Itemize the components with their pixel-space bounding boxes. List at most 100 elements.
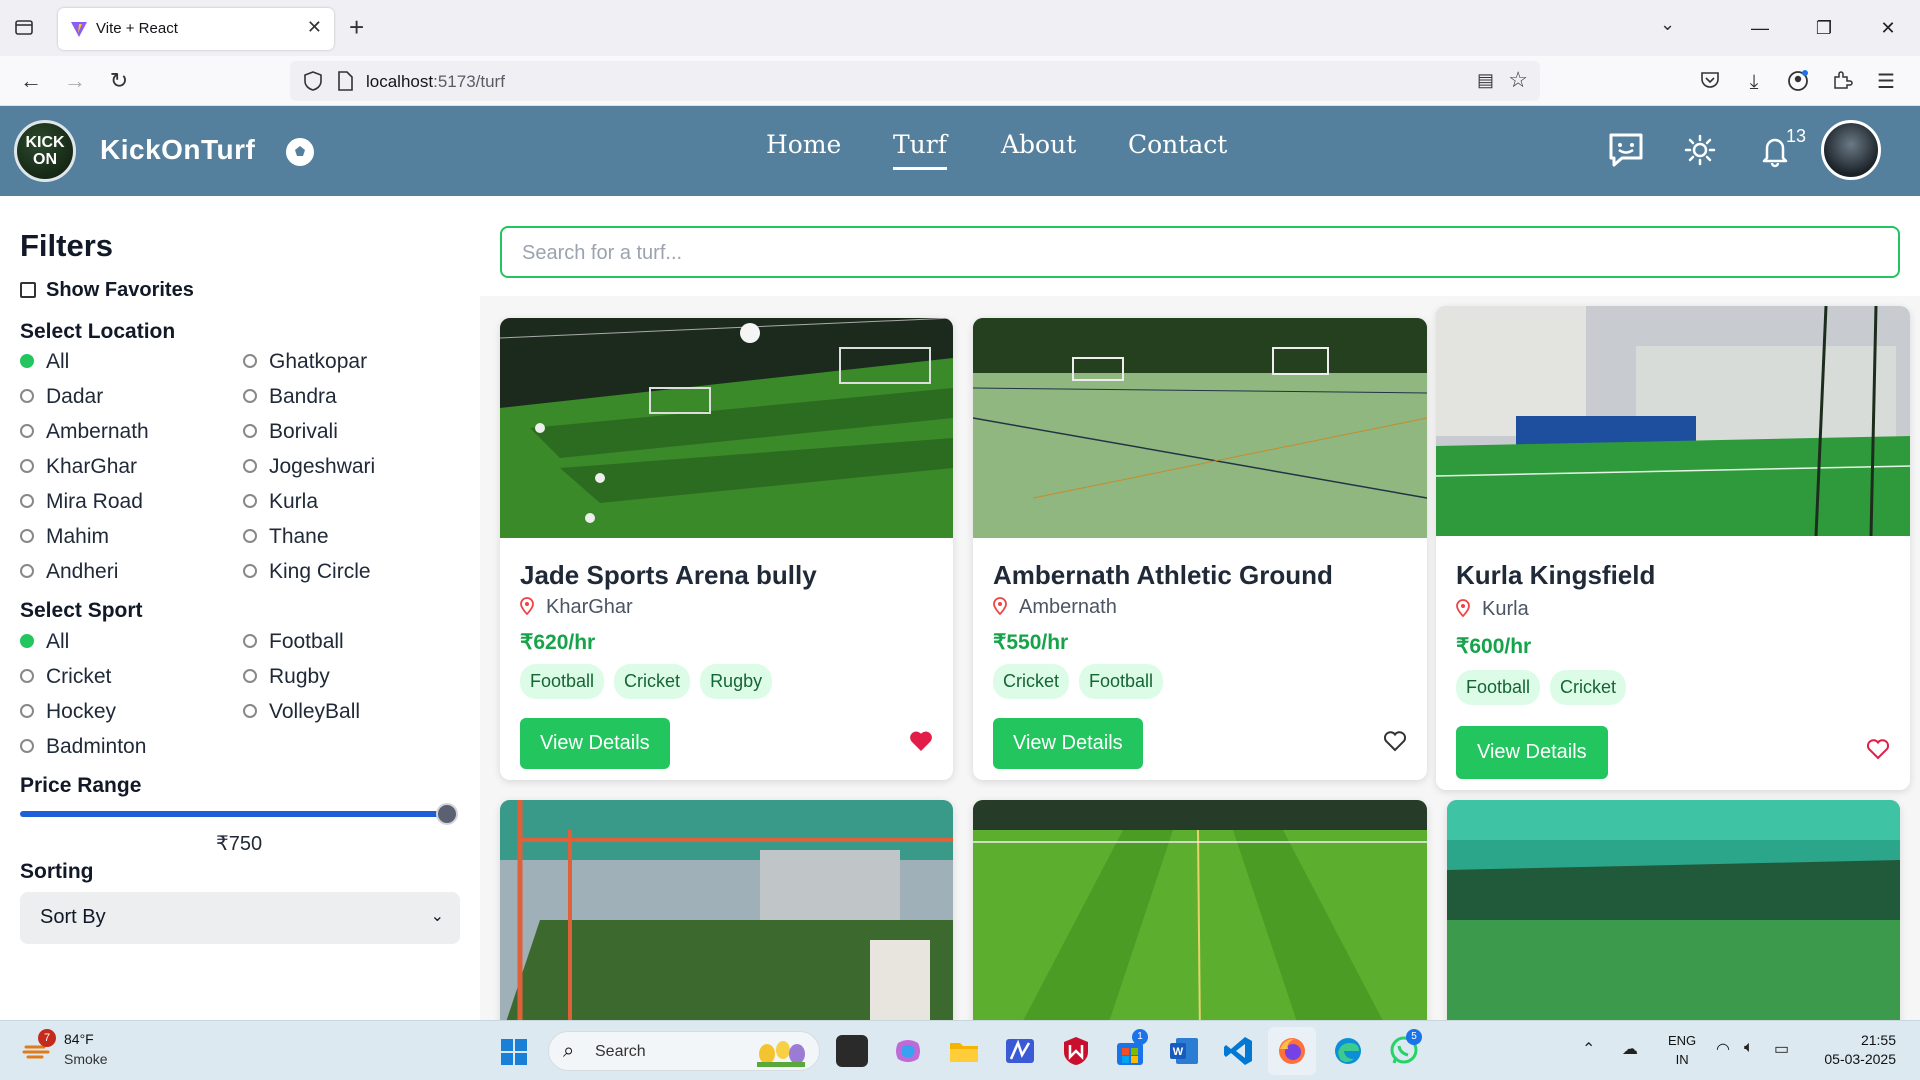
onedrive-icon[interactable]: ☁ [1622, 1039, 1638, 1059]
turf-card: Jade Sports Arena bully KharGhar ₹620/hr… [500, 318, 953, 780]
location-radio[interactable]: Borivali [243, 420, 338, 444]
extensions-icon[interactable] [1829, 69, 1855, 95]
tab-list-icon[interactable] [12, 16, 36, 40]
heart-filled-icon[interactable] [909, 730, 933, 752]
location-radio[interactable]: King Circle [243, 560, 371, 584]
battery-icon[interactable]: ▭ [1774, 1039, 1789, 1059]
sport-tag: Football [520, 664, 605, 699]
edge-icon[interactable] [1332, 1035, 1364, 1067]
page-icon [338, 71, 353, 91]
heart-outline-icon[interactable] [1383, 730, 1407, 752]
pocket-icon[interactable] [1697, 69, 1723, 95]
brand-name[interactable]: KickOnTurf [100, 134, 255, 166]
avatar[interactable] [1821, 120, 1881, 180]
theme-sun-icon[interactable] [1680, 130, 1720, 170]
browser-tab-bar: Vite + React ✕ + ⌄ — ❐ ✕ [0, 0, 1920, 56]
sport-radio[interactable]: All [20, 630, 69, 654]
minimize-icon[interactable]: — [1728, 0, 1792, 56]
sport-tag: Cricket [614, 664, 691, 699]
mcafee-icon[interactable] [1060, 1035, 1092, 1067]
price-value: ₹750 [216, 833, 263, 855]
search-icon: ⌕ [563, 1040, 575, 1062]
address-bar[interactable]: localhost:5173/turf ▤ ☆ [290, 61, 1540, 101]
url-text[interactable]: localhost:5173/turf [366, 72, 505, 92]
reader-view-icon[interactable]: ▤ [1477, 70, 1494, 91]
restore-icon[interactable]: ❐ [1792, 0, 1856, 56]
word-icon[interactable]: W [1168, 1035, 1200, 1067]
language-indicator[interactable]: ENG IN [1668, 1031, 1696, 1069]
browser-tab[interactable]: Vite + React ✕ [58, 8, 334, 50]
sport-tag: Rugby [700, 664, 773, 699]
forward-icon[interactable]: → [60, 66, 90, 96]
location-radio[interactable]: Mira Road [20, 490, 143, 514]
weather-badge: 7 [38, 1029, 56, 1047]
taskbar-search[interactable]: ⌕ Search [548, 1031, 820, 1071]
downloads-icon[interactable]: ⤓ [1741, 69, 1767, 95]
sport-radio[interactable]: Rugby [243, 665, 330, 689]
turf-photo [1436, 306, 1910, 536]
sort-select[interactable]: Sort By ⌄ [20, 892, 460, 944]
location-radio[interactable]: Thane [243, 525, 329, 549]
nav-about[interactable]: About [1001, 130, 1076, 159]
location-radio[interactable]: KharGhar [20, 455, 137, 479]
list-all-tabs-icon[interactable]: ⌄ [1660, 14, 1675, 35]
windows-start-icon[interactable] [500, 1038, 528, 1066]
kickon-logo[interactable]: KICK ON [14, 120, 76, 182]
nav-home[interactable]: Home [766, 130, 841, 159]
close-tab-icon[interactable]: ✕ [307, 17, 322, 38]
sport-radio[interactable]: Cricket [20, 665, 111, 689]
turf-photo [500, 800, 953, 1040]
notification-count: 13 [1786, 126, 1807, 146]
location-radio[interactable]: Kurla [243, 490, 318, 514]
price-slider-track[interactable] [20, 811, 448, 817]
sport-radio[interactable]: VolleyBall [243, 700, 360, 724]
location-radio[interactable]: Andheri [20, 560, 118, 584]
location-radio[interactable]: Bandra [243, 385, 337, 409]
nav-contact[interactable]: Contact [1128, 130, 1227, 159]
location-radio[interactable]: Mahim [20, 525, 109, 549]
sport-tag: Cricket [1550, 670, 1627, 705]
turf-card [973, 800, 1427, 1040]
reload-icon[interactable]: ↻ [104, 66, 134, 96]
file-explorer-icon[interactable] [948, 1035, 980, 1067]
show-favorites-checkbox[interactable]: Show Favorites [20, 279, 194, 302]
clock[interactable]: 21:55 05-03-2025 [1812, 1031, 1896, 1069]
nav-turf[interactable]: Turf [893, 130, 947, 170]
sport-radio[interactable]: Football [243, 630, 344, 654]
turf-card: Kurla Kingsfield Kurla ₹600/hr Football … [1436, 306, 1910, 790]
view-details-button[interactable]: View Details [1456, 726, 1608, 779]
firefox-icon[interactable] [1276, 1035, 1308, 1067]
sport-radio[interactable]: Hockey [20, 700, 116, 724]
turf-card: Ambernath Athletic Ground Ambernath ₹550… [973, 318, 1427, 780]
location-radio[interactable]: All [20, 350, 69, 374]
location-radio[interactable]: Dadar [20, 385, 103, 409]
vscode-icon[interactable] [1222, 1035, 1254, 1067]
turf-photo [500, 318, 953, 538]
location-pin-icon [1456, 599, 1470, 617]
view-details-button[interactable]: View Details [993, 718, 1143, 769]
search-input[interactable]: Search for a turf... [500, 226, 1900, 278]
back-icon[interactable]: ← [16, 66, 46, 96]
location-radio[interactable]: Ambernath [20, 420, 149, 444]
volume-muted-icon[interactable]: 🔈︎ [1744, 1039, 1754, 1057]
maps-app-icon[interactable] [1004, 1035, 1036, 1067]
new-tab-icon[interactable]: + [349, 12, 364, 42]
view-details-button[interactable]: View Details [520, 718, 670, 769]
close-window-icon[interactable]: ✕ [1856, 0, 1920, 56]
location-radio[interactable]: Jogeshwari [243, 455, 375, 479]
turf-name: Ambernath Athletic Ground [993, 560, 1333, 590]
sport-radio[interactable]: Badminton [20, 735, 146, 759]
wifi-icon[interactable]: ◠ [1716, 1039, 1730, 1059]
account-icon[interactable] [1785, 69, 1811, 95]
heart-outline-icon[interactable] [1866, 738, 1890, 760]
menu-icon[interactable]: ☰ [1873, 69, 1899, 95]
copilot-icon[interactable] [892, 1035, 924, 1067]
chevron-up-icon[interactable]: ⌃ [1582, 1039, 1595, 1059]
chat-icon[interactable] [1606, 130, 1646, 170]
whatsapp-badge: 5 [1406, 1029, 1422, 1045]
price-slider-thumb[interactable] [436, 803, 458, 825]
location-radio[interactable]: Ghatkopar [243, 350, 367, 374]
bookmark-star-icon[interactable]: ☆ [1508, 67, 1528, 93]
price-range-label: Price Range [20, 774, 142, 797]
task-view-icon[interactable] [836, 1035, 868, 1067]
